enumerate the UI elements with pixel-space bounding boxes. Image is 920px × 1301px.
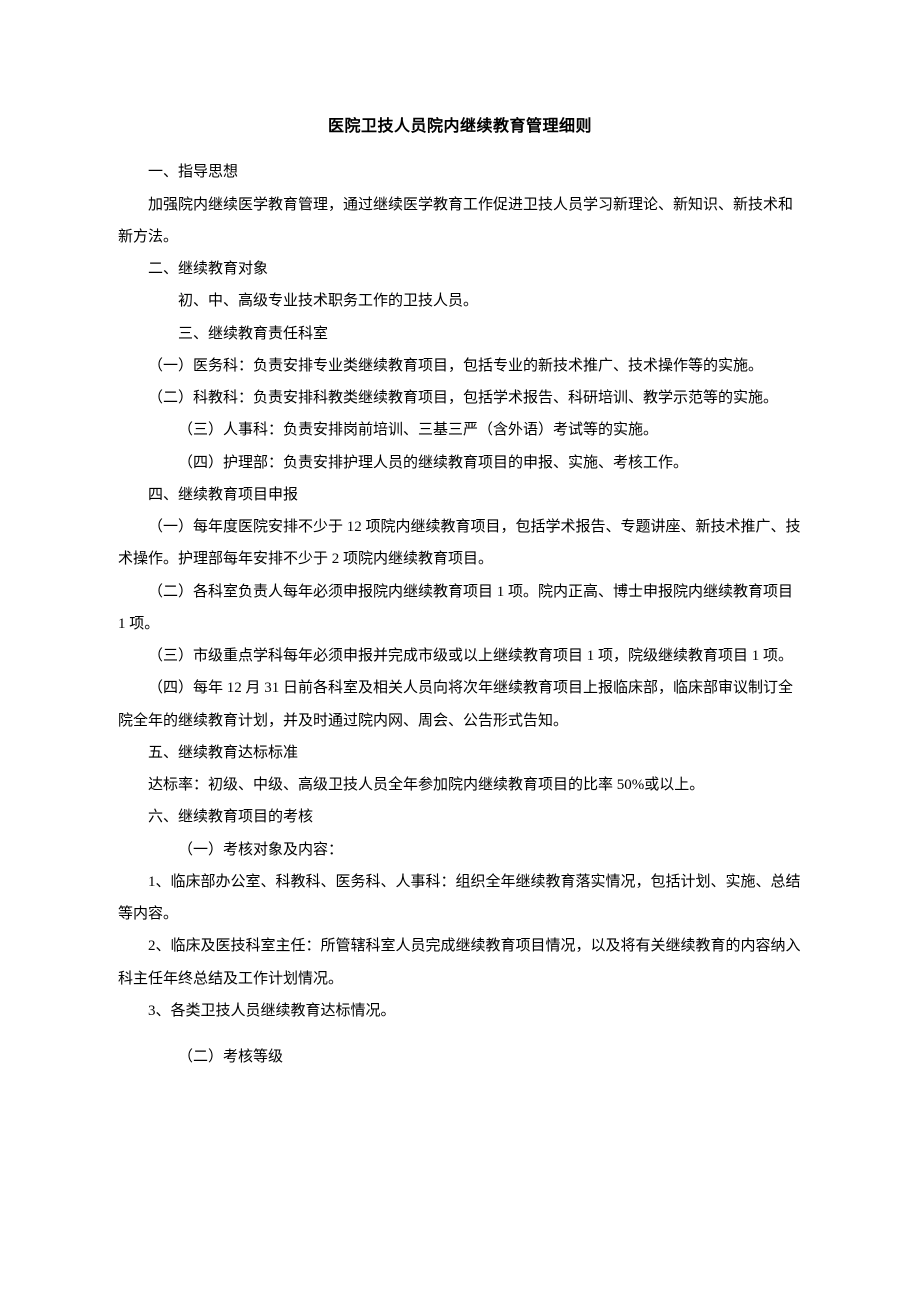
section-heading: 六、继续教育项目的考核 xyxy=(118,801,802,833)
paragraph: （二）各科室负责人每年必须申报院内继续教育项目 1 项。院内正高、博士申报院内继… xyxy=(118,576,802,641)
paragraph: （二）考核等级 xyxy=(118,1041,802,1073)
section-heading: 一、指导思想 xyxy=(118,156,802,188)
paragraph: 3、各类卫技人员继续教育达标情况。 xyxy=(118,995,802,1027)
paragraph: （一）考核对象及内容： xyxy=(118,834,802,866)
paragraph: 2、临床及医技科室主任：所管辖科室人员完成继续教育项目情况，以及将有关继续教育的… xyxy=(118,930,802,995)
paragraph: 加强院内继续医学教育管理，通过继续医学教育工作促进卫技人员学习新理论、新知识、新… xyxy=(118,189,802,254)
section-heading: 二、继续教育对象 xyxy=(118,253,802,285)
spacer xyxy=(118,1027,802,1041)
document-page: 医院卫技人员院内继续教育管理细则 一、指导思想 加强院内继续医学教育管理，通过继… xyxy=(0,0,920,1153)
paragraph: （二）科教科：负责安排科教类继续教育项目，包括学术报告、科研培训、教学示范等的实… xyxy=(118,382,802,414)
document-title: 医院卫技人员院内继续教育管理细则 xyxy=(118,110,802,144)
paragraph: 初、中、高级专业技术职务工作的卫技人员。 xyxy=(118,285,802,317)
section-heading: 五、继续教育达标标准 xyxy=(118,737,802,769)
paragraph: （三）人事科：负责安排岗前培训、三基三严（含外语）考试等的实施。 xyxy=(118,414,802,446)
paragraph: （四）护理部：负责安排护理人员的继续教育项目的申报、实施、考核工作。 xyxy=(118,447,802,479)
section-heading: 四、继续教育项目申报 xyxy=(118,479,802,511)
paragraph: （四）每年 12 月 31 日前各科室及相关人员向将次年继续教育项目上报临床部，… xyxy=(118,672,802,737)
paragraph: 1、临床部办公室、科教科、医务科、人事科：组织全年继续教育落实情况，包括计划、实… xyxy=(118,866,802,931)
section-heading: 三、继续教育责任科室 xyxy=(118,318,802,350)
paragraph: （一）医务科：负责安排专业类继续教育项目，包括专业的新技术推广、技术操作等的实施… xyxy=(118,350,802,382)
paragraph: （一）每年度医院安排不少于 12 项院内继续教育项目，包括学术报告、专题讲座、新… xyxy=(118,511,802,576)
paragraph: （三）市级重点学科每年必须申报并完成市级或以上继续教育项目 1 项，院级继续教育… xyxy=(118,640,802,672)
paragraph: 达标率：初级、中级、高级卫技人员全年参加院内继续教育项目的比率 50%或以上。 xyxy=(118,769,802,801)
